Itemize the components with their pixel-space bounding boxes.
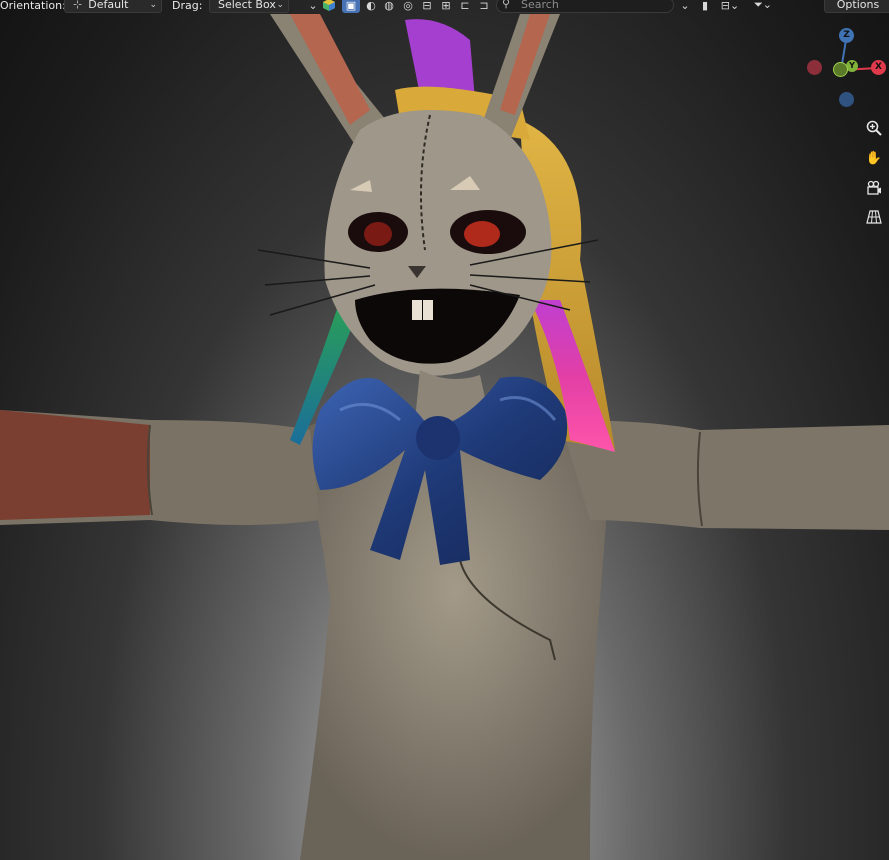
gizmo-neg-y-axis[interactable] xyxy=(833,62,848,77)
orientation-value: Default xyxy=(88,0,129,11)
3d-viewport-render[interactable] xyxy=(0,14,889,860)
matcap-sphere-icon[interactable]: ◐ xyxy=(362,0,380,13)
orientation-dropdown[interactable]: ⊹ Default ⌄ xyxy=(64,0,162,13)
search-icon: ⚲ xyxy=(502,0,511,10)
options-label: Options xyxy=(836,0,880,11)
search-input[interactable]: ⚲ Search xyxy=(496,0,674,13)
gizmo-x-axis[interactable]: X xyxy=(871,60,886,75)
navigation-gizmo[interactable]: Z X Y xyxy=(804,24,889,110)
drag-value: Select Box xyxy=(218,0,276,11)
orientation-label: Orientation: xyxy=(0,0,66,12)
snap-icon[interactable]: ⊐ xyxy=(475,0,493,13)
editor-layout-icon[interactable]: ⊟⌄ xyxy=(716,0,744,13)
transform-orientation-icon: ⊹ xyxy=(73,0,83,11)
gizmo-neg-x-axis[interactable] xyxy=(807,60,822,75)
chevron-down-icon[interactable]: ⌄ xyxy=(676,0,694,13)
object-color-icon[interactable] xyxy=(320,0,338,13)
filter-icon[interactable]: ⏷⌄ xyxy=(748,0,778,13)
xray-icon[interactable]: ⊞ xyxy=(437,0,455,13)
viewport-header: Orientation: ⊹ Default ⌄ Drag: Select Box… xyxy=(0,0,889,14)
hand-pan-icon[interactable]: ✋ xyxy=(863,147,885,169)
camera-icon[interactable] xyxy=(863,177,885,199)
gizmo-z-axis[interactable]: Z xyxy=(839,28,854,43)
chevron-down-icon: ⌄ xyxy=(276,0,284,10)
left-sleeve xyxy=(0,410,150,520)
gizmo-icon[interactable]: ⊏ xyxy=(456,0,474,13)
gizmo-neg-z-axis[interactable] xyxy=(839,92,854,107)
bookmark-icon[interactable]: ▮ xyxy=(696,0,714,13)
search-placeholder: Search xyxy=(521,0,559,11)
options-dropdown[interactable]: Options xyxy=(824,0,889,13)
render-preview-icon[interactable]: ◎ xyxy=(399,0,417,13)
material-preview-icon[interactable]: ◍ xyxy=(380,0,398,13)
perspective-grid-icon[interactable] xyxy=(863,206,885,228)
viewport-shading-solid-icon[interactable]: ▣ xyxy=(342,0,360,13)
chevron-down-icon: ⌄ xyxy=(149,0,157,10)
drag-dropdown[interactable]: Select Box ⌄ xyxy=(209,0,289,13)
zoom-icon[interactable] xyxy=(863,117,885,139)
overlay-icon[interactable]: ⊟ xyxy=(418,0,436,13)
drag-label: Drag: xyxy=(172,0,203,12)
